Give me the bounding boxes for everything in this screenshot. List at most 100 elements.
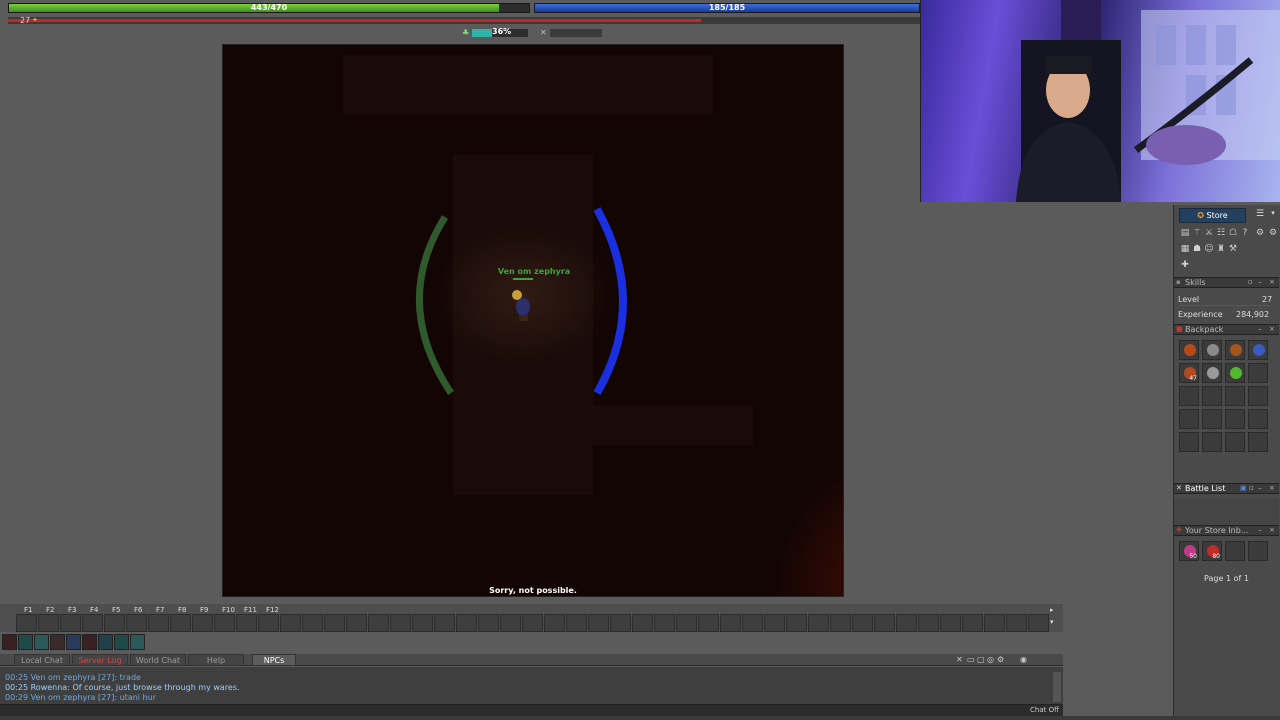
minimize-icon[interactable]: – <box>1258 484 1262 492</box>
hotkey-slot[interactable] <box>38 614 59 632</box>
item-slot[interactable] <box>1248 409 1268 429</box>
hotkey-slot[interactable] <box>830 614 851 632</box>
chat-tab[interactable]: Help <box>188 654 244 666</box>
item-slot[interactable]: 80 <box>1202 541 1222 561</box>
hotkey-slot[interactable] <box>302 614 323 632</box>
item-slot[interactable]: 50 <box>1179 541 1199 561</box>
minimize-icon[interactable]: – <box>1258 325 1262 333</box>
item-slot[interactable] <box>1248 340 1268 360</box>
minimize-icon[interactable]: – <box>1258 278 1262 286</box>
chat-scrollbar[interactable] <box>1053 672 1061 702</box>
item-slot[interactable] <box>1248 386 1268 406</box>
prey-icon[interactable]: ☗ <box>1191 243 1203 255</box>
hotkey-slot[interactable] <box>786 614 807 632</box>
action-slot[interactable] <box>130 634 145 650</box>
volume-icon[interactable]: ◉ <box>1020 655 1027 664</box>
close-icon[interactable]: ✕ <box>956 655 963 664</box>
action-slot[interactable] <box>2 634 17 650</box>
skills-header[interactable]: ▪ Skills ▫ – × <box>1174 277 1279 288</box>
hammer-icon[interactable]: ⚒ <box>1227 243 1239 255</box>
hotkey-slot[interactable] <box>544 614 565 632</box>
chat-tab[interactable]: World Chat <box>130 654 186 666</box>
item-slot[interactable] <box>1179 432 1199 452</box>
minimize-icon[interactable]: ▭ <box>967 655 975 664</box>
gear-icon[interactable]: ⚙ <box>1254 227 1266 239</box>
ignore-icon[interactable]: ◎ <box>987 655 994 664</box>
hotkey-slot[interactable] <box>170 614 191 632</box>
hotkey-slot[interactable] <box>368 614 389 632</box>
hotkey-slot[interactable] <box>16 614 37 632</box>
chevron-down-icon[interactable]: ▾ <box>1050 618 1054 626</box>
store-inbox-header[interactable]: ✚ Your Store Inb... – × <box>1174 525 1279 536</box>
hotkey-slot[interactable] <box>82 614 103 632</box>
item-slot[interactable] <box>1248 432 1268 452</box>
close-icon[interactable]: × <box>1269 278 1275 286</box>
item-slot[interactable] <box>1202 340 1222 360</box>
item-slot[interactable] <box>1179 386 1199 406</box>
item-slot[interactable] <box>1248 541 1268 561</box>
character-icon[interactable]: ▤ <box>1179 227 1191 239</box>
hotkey-slot[interactable] <box>236 614 257 632</box>
item-slot[interactable] <box>1225 409 1245 429</box>
chat-tab[interactable]: Local Chat <box>14 654 70 666</box>
backpack-header[interactable]: ■ Backpack – × <box>1174 324 1279 335</box>
hotkey-slot[interactable] <box>456 614 477 632</box>
combat-icon[interactable]: ⚔ <box>1203 227 1215 239</box>
quest-icon[interactable]: ☷ <box>1215 227 1227 239</box>
item-slot[interactable] <box>1225 340 1245 360</box>
sort-icon[interactable]: ▫ <box>1249 484 1254 492</box>
chevron-up-icon[interactable]: ▸ <box>1050 606 1054 614</box>
spells-icon[interactable]: ⚚ <box>1191 227 1203 239</box>
item-slot[interactable] <box>1202 363 1222 383</box>
chat-tab[interactable]: NPCs <box>252 654 296 666</box>
hotkey-slot[interactable] <box>522 614 543 632</box>
hotkey-slot[interactable] <box>324 614 345 632</box>
hotkey-slot[interactable] <box>742 614 763 632</box>
hotkey-slot[interactable] <box>126 614 147 632</box>
hotkey-slot[interactable] <box>214 614 235 632</box>
item-slot[interactable] <box>1202 386 1222 406</box>
settings-icon[interactable]: ⚙ <box>997 655 1004 664</box>
hotkey-slot[interactable] <box>258 614 279 632</box>
window-icon[interactable]: ▢ <box>977 655 985 664</box>
trophy-icon[interactable]: ♜ <box>1215 243 1227 255</box>
item-slot[interactable]: 47 <box>1179 363 1199 383</box>
chat-input[interactable] <box>0 704 1063 716</box>
hotkey-slot[interactable] <box>390 614 411 632</box>
battle-list-header[interactable]: ✕ Battle List ▣ ▫ – × <box>1174 483 1279 494</box>
item-slot[interactable] <box>1248 363 1268 383</box>
hotkey-slot[interactable] <box>984 614 1005 632</box>
action-slot[interactable] <box>98 634 113 650</box>
action-slot[interactable] <box>50 634 65 650</box>
item-slot[interactable] <box>1225 541 1245 561</box>
options-icon[interactable]: ⚙ <box>1267 227 1279 239</box>
hotkey-slot[interactable] <box>808 614 829 632</box>
close-icon[interactable]: × <box>1269 526 1275 534</box>
options-icon[interactable]: ▫ <box>1248 278 1253 286</box>
action-slot[interactable] <box>66 634 81 650</box>
hotkey-slot[interactable] <box>566 614 587 632</box>
menu-icon[interactable]: ☰ <box>1254 209 1266 221</box>
map-icon[interactable]: ▦ <box>1179 243 1191 255</box>
store-button[interactable]: ✪ Store <box>1179 208 1246 223</box>
hotkey-slot[interactable] <box>852 614 873 632</box>
party-icon[interactable]: ☺ <box>1203 243 1215 255</box>
close-icon[interactable]: × <box>1269 484 1275 492</box>
item-slot[interactable] <box>1179 409 1199 429</box>
close-icon[interactable]: × <box>1269 325 1275 333</box>
player-character[interactable] <box>507 285 537 323</box>
hotkey-slot[interactable] <box>104 614 125 632</box>
hotkey-slot[interactable] <box>280 614 301 632</box>
hotkey-slot[interactable] <box>896 614 917 632</box>
hotkey-slot[interactable] <box>654 614 675 632</box>
help-icon[interactable]: ? <box>1239 227 1251 239</box>
action-slot[interactable] <box>18 634 33 650</box>
item-slot[interactable] <box>1225 432 1245 452</box>
hotkey-slot[interactable] <box>940 614 961 632</box>
hotkey-slot[interactable] <box>346 614 367 632</box>
hotkey-slot[interactable] <box>610 614 631 632</box>
item-slot[interactable] <box>1179 340 1199 360</box>
item-slot[interactable] <box>1202 432 1222 452</box>
hotkey-slot[interactable] <box>698 614 719 632</box>
hotkey-slot[interactable] <box>676 614 697 632</box>
